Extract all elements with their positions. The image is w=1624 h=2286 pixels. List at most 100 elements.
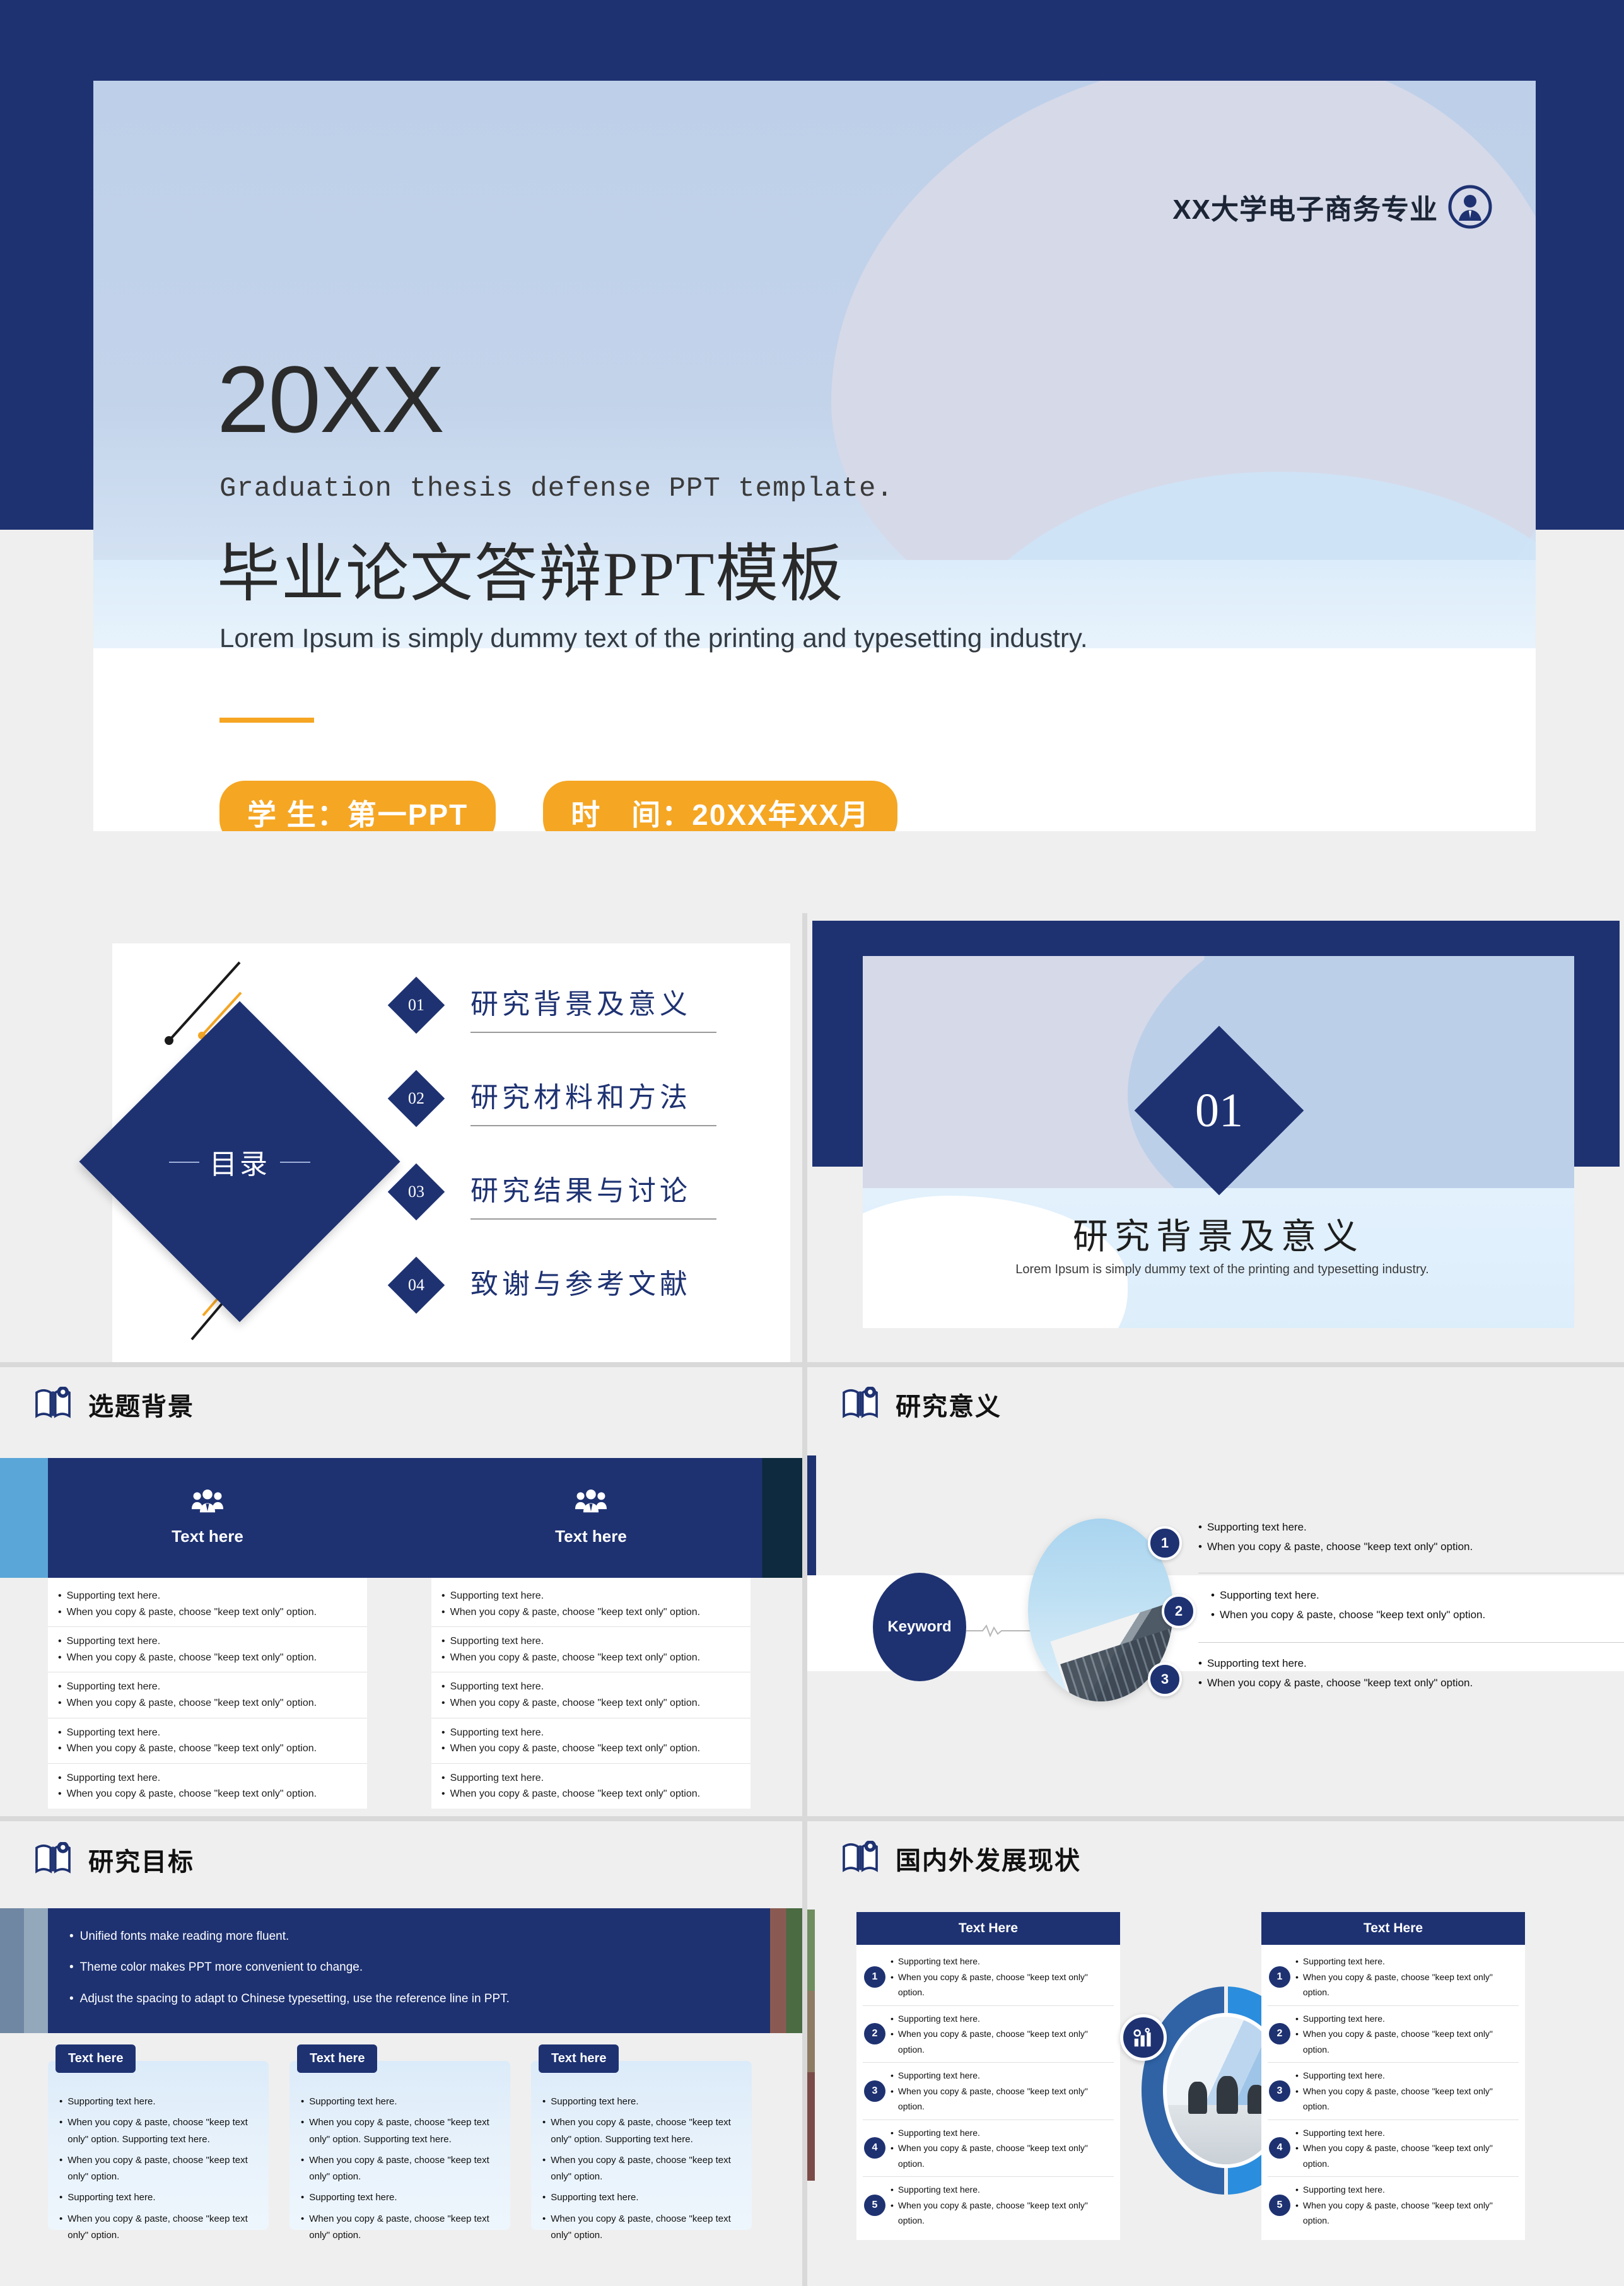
list-item: 3 • Supporting text here. • When you copy … xyxy=(863,2063,1114,2120)
list-item: 2 • Supporting text here. • When you copy … xyxy=(863,2006,1114,2063)
topic-card-right[interactable]: Text here xyxy=(431,1458,751,1578)
toc-item-number: 02 xyxy=(408,1089,424,1107)
goals-card-line: Supporting text here. xyxy=(309,2192,397,2203)
slide-topic-background: 选题背景 Text here Text here • Supporting te… xyxy=(0,1367,802,1820)
significance-badge-3: 3 xyxy=(1148,1662,1182,1696)
section-header-title: 选题背景 xyxy=(88,1393,194,1421)
toc-item-label: 研究材料和方法 xyxy=(470,1082,691,1113)
cell-text: Supporting text here. xyxy=(66,1772,161,1783)
significance-text-2: • Supporting text here. • When you copy & … xyxy=(1211,1589,1486,1621)
goals-card-tab: Text here xyxy=(539,2044,619,2073)
table-row: • Supporting text here. • When you copy & … xyxy=(431,1672,751,1718)
status-column-left: Text Here 1 • Supporting text here. • When… xyxy=(856,1912,1120,2240)
divider-inner: 01 研究背景及意义 Lorem Ipsum is simply dummy t… xyxy=(863,956,1574,1328)
toc-heading-wrap: 目录 xyxy=(126,1048,353,1275)
cell-text: When you copy & paste, choose "keep text… xyxy=(66,1606,317,1618)
cover-subtitle-en: Graduation thesis defense PPT template. xyxy=(219,473,894,504)
goals-card-line: When you copy & paste, choose "keep text… xyxy=(67,2154,248,2182)
goals-card-line: When you copy & paste, choose "keep text… xyxy=(67,2213,248,2241)
student-shape xyxy=(1188,2081,1207,2114)
cell-text: Supporting text here. xyxy=(450,1636,544,1647)
cover-year: 20XX xyxy=(217,346,445,452)
goals-card[interactable]: Text here • Supporting text here. • When y… xyxy=(289,2044,510,2241)
cell-text: When you copy & paste, choose "keep text… xyxy=(66,1743,317,1754)
table-row: • Supporting text here. • When you copy & … xyxy=(48,1672,367,1718)
cover-university-label: XX大学电子商务专业 xyxy=(1172,194,1438,225)
status-badge: 4 xyxy=(864,2137,885,2159)
topic-card-left[interactable]: Text here xyxy=(48,1458,367,1578)
goals-bullet: Theme color makes PPT more convenient to… xyxy=(79,1961,363,1974)
table-row: • Supporting text here. • When you copy & … xyxy=(48,1718,367,1764)
section-header-title: 研究目标 xyxy=(88,1848,194,1876)
toc-item-01[interactable]: 01 研究背景及意义 xyxy=(387,966,774,1059)
toc-item-02[interactable]: 02 研究材料和方法 xyxy=(387,1059,774,1153)
goals-card-line: When you copy & paste, choose "keep text… xyxy=(551,2154,731,2182)
toc-item-number: 01 xyxy=(408,996,424,1014)
status-badge: 5 xyxy=(1269,2194,1290,2216)
goals-card-list: Text here • Supporting text here. • When y… xyxy=(48,2044,754,2241)
toc-item-number: 03 xyxy=(408,1182,424,1201)
cell-text: When you copy & paste, choose "keep text… xyxy=(66,1652,317,1663)
open-book-pin-icon xyxy=(34,1385,72,1423)
cell-text: Supporting text here. xyxy=(450,1727,544,1738)
list-item: 1 • Supporting text here. • When you copy … xyxy=(1268,1949,1519,2006)
section-header: 选题背景 xyxy=(34,1385,194,1423)
toc-item-03[interactable]: 03 研究结果与讨论 xyxy=(387,1153,774,1246)
slide-cover: XX大学电子商务专业 20XX Graduation thesis defens… xyxy=(0,0,1624,911)
table-row: • Supporting text here. • When you copy & … xyxy=(48,1764,367,1809)
goals-card-line: Supporting text here. xyxy=(551,2192,639,2203)
significance-edge-strip xyxy=(807,1455,816,1575)
date-pill[interactable]: 时 间：20XX年XX月 xyxy=(543,781,898,831)
goals-card-line: Supporting text here. xyxy=(551,2096,639,2107)
significance-text-1: • Supporting text here. • When you copy & … xyxy=(1198,1521,1473,1553)
list-item: 1 • Supporting text here. • When you copy … xyxy=(863,1949,1114,2006)
status-badge: 2 xyxy=(864,2023,885,2045)
toc-item-04[interactable]: 04 致谢与参考文献 xyxy=(387,1246,774,1339)
table-row: • Supporting text here. • When you copy & … xyxy=(48,1582,367,1628)
list-item: 5 • Supporting text here. • When you copy … xyxy=(863,2177,1114,2234)
section-header-title: 研究意义 xyxy=(896,1393,1002,1421)
significance-text-3: • Supporting text here. • When you copy & … xyxy=(1198,1657,1473,1689)
cell-text: Supporting text here. xyxy=(66,1636,161,1647)
toc-underline xyxy=(470,1032,716,1033)
slide-section-divider: 01 研究背景及意义 Lorem Ipsum is simply dummy t… xyxy=(807,913,1624,1366)
topic-card-label: Text here xyxy=(555,1527,627,1546)
status-badge: 1 xyxy=(864,1966,885,1988)
section-header: 国内外发展现状 xyxy=(841,1840,1081,1877)
toc-card: 目录 01 研究背景及意义 02 研究材料和方法 03 研究结果与讨论 04 致… xyxy=(79,943,790,1366)
cover-tagline: Lorem Ipsum is simply dummy text of the … xyxy=(219,623,1088,653)
goals-card[interactable]: Text here • Supporting text here. • When y… xyxy=(531,2044,752,2241)
significance-badge-2: 2 xyxy=(1162,1594,1196,1628)
divider-description: Lorem Ipsum is simply dummy text of the … xyxy=(1015,1263,1429,1276)
cell-text: When you copy & paste, choose "keep text… xyxy=(66,1788,317,1800)
table-row: • Supporting text here. • When you copy & … xyxy=(431,1627,751,1673)
table-row: • Supporting text here. • When you copy & … xyxy=(48,1627,367,1673)
goals-bullet: Adjust the spacing to adapt to Chinese t… xyxy=(79,1992,510,2005)
cell-text: Supporting text here. xyxy=(66,1590,161,1601)
cell-text: When you copy & paste, choose "keep text… xyxy=(66,1697,317,1708)
page-title: 毕业论文答辩PPT模板 xyxy=(217,539,844,609)
cell-text: When you copy & paste, choose "keep text… xyxy=(450,1743,701,1754)
goals-card-line: Supporting text here. xyxy=(67,2192,156,2203)
cover-accent-rule xyxy=(219,718,314,723)
table-row: • Supporting text here. • When you copy & … xyxy=(431,1764,751,1809)
cell-text: Supporting text here. xyxy=(450,1772,544,1783)
goals-card-line: Supporting text here. xyxy=(67,2096,156,2107)
status-badge: 5 xyxy=(864,2194,885,2216)
student-pill[interactable]: 学 生：第一PPT xyxy=(219,781,496,831)
status-badge: 2 xyxy=(1269,2023,1290,2045)
toc-underline xyxy=(470,1218,716,1220)
cell-text: Supporting text here. xyxy=(450,1681,544,1693)
open-book-pin-icon xyxy=(34,1841,72,1878)
person-circle-icon xyxy=(1447,184,1493,230)
grid-separator-vertical xyxy=(802,913,807,2286)
list-item: 4 • Supporting text here. • When you copy … xyxy=(863,2120,1114,2177)
goals-bullet: Unified fonts make reading more fluent. xyxy=(79,1930,289,1943)
status-column-right: Text Here 1 • Supporting text here. • When… xyxy=(1261,1912,1525,2240)
goals-card[interactable]: Text here • Supporting text here. • When y… xyxy=(48,2044,269,2241)
slide-research-goals: 研究目标 • Unified fonts make reading more fl… xyxy=(0,1821,802,2286)
cell-text: Supporting text here. xyxy=(450,1590,544,1601)
cover-inner: XX大学电子商务专业 20XX Graduation thesis defens… xyxy=(93,81,1536,831)
table-row: • Supporting text here. • When you copy & … xyxy=(431,1718,751,1764)
toc-list: 01 研究背景及意义 02 研究材料和方法 03 研究结果与讨论 04 致谢与参… xyxy=(387,966,774,1339)
